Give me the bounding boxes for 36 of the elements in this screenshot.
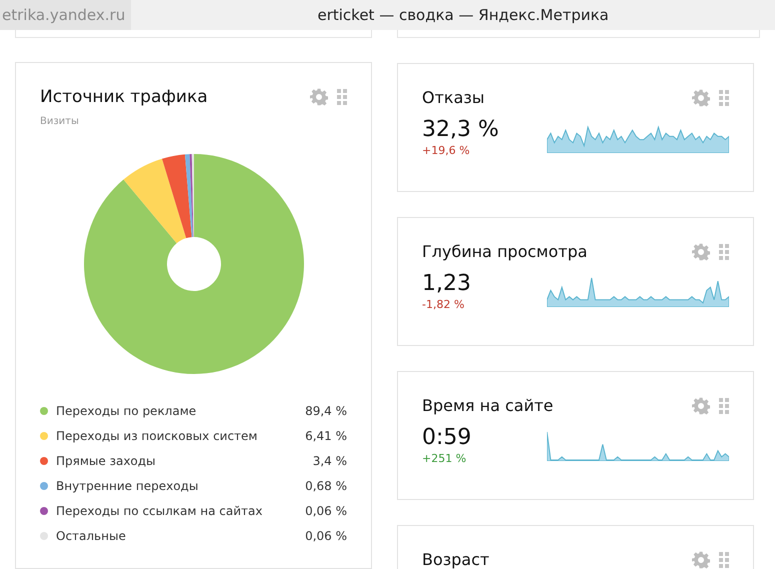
legend-value: 89,4 % [305, 404, 347, 418]
card-title: Отказы [422, 88, 485, 107]
metric-change: +251 % [422, 452, 468, 465]
legend-label: Внутренние переходы [56, 478, 200, 492]
legend-value: 0,06 % [305, 504, 347, 518]
legend-label: Переходы из поисковых систем [56, 428, 258, 442]
metric-change: +19,6 % [422, 144, 471, 157]
legend-value: 6,41 % [305, 428, 347, 442]
settings-icon[interactable] [692, 242, 710, 260]
metric-value: 1,23 [422, 271, 471, 296]
address-text: etrika.yandex.ru [0, 0, 132, 30]
legend-value: 3,4 % [312, 454, 347, 468]
settings-icon[interactable] [692, 396, 710, 414]
drag-handle-icon[interactable] [719, 552, 729, 568]
window-title: erticket — сводка — Яндекс.Метрика [316, 6, 610, 24]
card-title: Возраст [422, 550, 490, 569]
settings-icon[interactable] [692, 88, 710, 106]
settings-icon[interactable] [692, 550, 710, 568]
metric-change: -1,82 % [422, 298, 466, 311]
drag-handle-icon[interactable] [719, 398, 729, 414]
settings-icon[interactable] [310, 88, 328, 106]
legend-label: Переходы по ссылкам на сайтах [56, 504, 264, 518]
drag-handle-icon[interactable] [337, 89, 347, 105]
legend-label: Остальные [56, 528, 127, 542]
legend-value: 0,68 % [305, 478, 347, 492]
metric-value: 32,3 % [422, 117, 499, 142]
legend-label: Переходы по рекламе [56, 404, 198, 418]
card-title: Время на сайте [422, 396, 554, 415]
card-subtitle: Визиты [40, 116, 80, 127]
metric-value: 0:59 [422, 425, 472, 450]
drag-handle-icon[interactable] [719, 90, 729, 106]
legend-label: Прямые заходы [56, 454, 157, 468]
legend-value: 0,06 % [305, 528, 347, 542]
card-title: Источник трафика [40, 87, 208, 107]
drag-handle-icon[interactable] [719, 244, 729, 260]
card-title: Глубина просмотра [422, 242, 588, 261]
